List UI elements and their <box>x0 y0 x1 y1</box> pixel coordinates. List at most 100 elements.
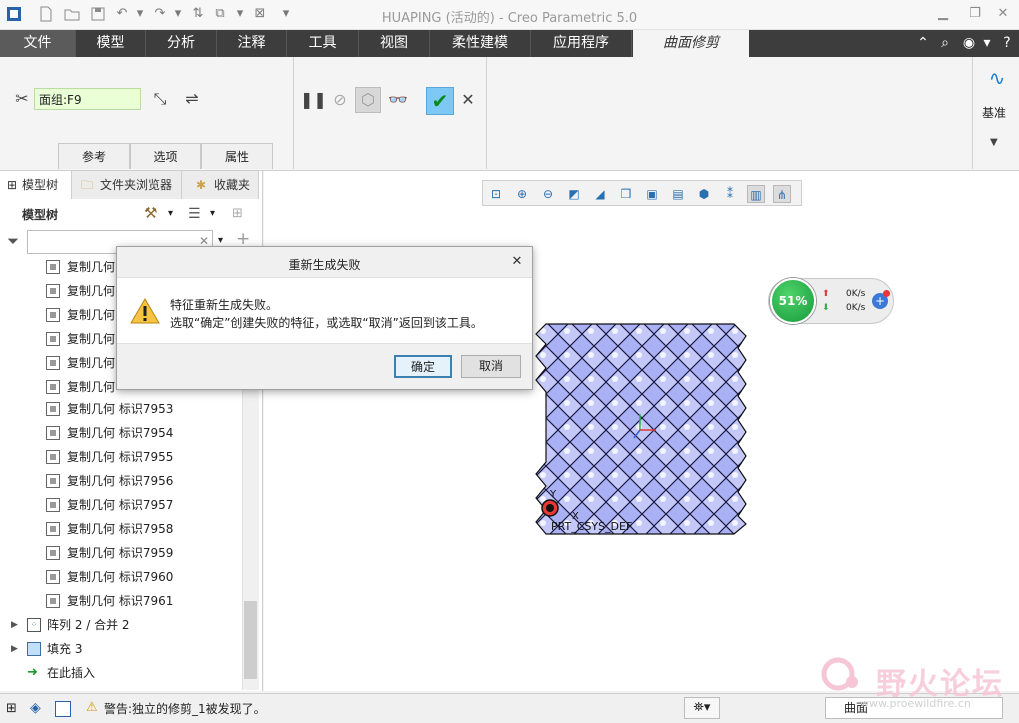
tree-item[interactable]: 复制几何 标识7957 <box>0 493 240 517</box>
ok-checkmark-icon[interactable]: ✔ <box>426 87 454 115</box>
section-icon[interactable]: ⬢ <box>695 185 713 203</box>
cancel-x-icon[interactable]: ✕ <box>458 90 478 110</box>
dialog-close-icon[interactable]: ✕ <box>510 254 524 270</box>
help-icon[interactable]: ? <box>998 34 1016 52</box>
tree-item[interactable]: 复制几何 标识7954 <box>0 421 240 445</box>
tree-item[interactable]: 复制几何 标识7955 <box>0 445 240 469</box>
tree-scrollbar-thumb[interactable] <box>244 601 257 679</box>
pattern-icon: ⁘ <box>27 618 41 632</box>
full-screen-icon[interactable] <box>55 701 71 717</box>
spin-center-icon[interactable]: ⋔ <box>773 185 791 203</box>
tab-file[interactable]: 文件 <box>0 30 76 57</box>
restore-button[interactable]: ❐ <box>966 5 984 23</box>
refit-icon[interactable]: ⊡ <box>487 185 505 203</box>
browser-toggle-icon[interactable]: ◈ <box>30 700 46 716</box>
tree-title: 模型树 <box>22 208 59 222</box>
tab-annotate[interactable]: 注释 <box>217 30 287 57</box>
view-manager-icon[interactable]: ▤ <box>669 185 687 203</box>
verify-mode-icon[interactable]: 👓 <box>388 90 408 110</box>
tree-item[interactable]: 复制几何 标识7959 <box>0 541 240 565</box>
tab-favorites-label: 收藏夹 <box>214 178 251 192</box>
pause-icon[interactable]: ❚❚ <box>300 90 327 110</box>
notification-dot <box>883 290 890 297</box>
tree-item[interactable]: 复制几何 标识7953 <box>0 397 240 421</box>
navigator-toggle-icon[interactable]: ⊞ <box>6 701 22 717</box>
collapse-ribbon-icon[interactable]: ⌃ <box>914 34 932 52</box>
download-rate: 0K/s <box>846 303 866 313</box>
flip-direction-icon[interactable]: ⇌ <box>182 89 202 109</box>
csys-label: PRT_CSYS_DEF <box>551 520 633 533</box>
network-percent: 51% <box>770 278 816 324</box>
show-dropdown-icon[interactable]: ▾ <box>210 208 215 219</box>
tab-applications[interactable]: 应用程序 <box>531 30 632 57</box>
subtab-properties[interactable]: 属性 <box>201 143 273 169</box>
minimize-button[interactable]: ▁ <box>934 5 952 23</box>
search-dropdown-icon[interactable]: ▾ <box>218 235 223 246</box>
search-icon[interactable]: ⌕ <box>936 34 954 52</box>
copy-geom-icon <box>46 380 60 394</box>
saved-views-icon[interactable]: ▣ <box>643 185 661 203</box>
annotation-display-icon[interactable]: ▥ <box>747 185 765 203</box>
tree-item[interactable]: 复制几何 标识7956 <box>0 469 240 493</box>
tree-item[interactable]: 复制几何 标识7958 <box>0 517 240 541</box>
tab-folder-browser-label: 文件夹浏览器 <box>100 178 173 192</box>
tab-favorites[interactable]: ✱ 收藏夹 <box>182 171 259 199</box>
confirm-button[interactable]: 确定 <box>394 355 452 378</box>
datum-label[interactable]: 基准 <box>982 104 1006 121</box>
datum-display-icon[interactable]: ⁑ <box>721 185 739 203</box>
repaint-icon[interactable]: ◩ <box>565 185 583 203</box>
tab-view[interactable]: 视图 <box>359 30 430 57</box>
tree-insert-here[interactable]: ➜ 在此插入 <box>0 661 240 685</box>
trim-object-icon[interactable]: ⤡ <box>150 89 170 109</box>
tab-tools[interactable]: 工具 <box>287 30 359 57</box>
dialog-message-line2: 选取“确定”创建失败的特征，或选取“取消”返回到该工具。 <box>170 316 483 330</box>
settings-dropdown-icon[interactable]: ▾ <box>168 208 173 219</box>
tab-model[interactable]: 模型 <box>76 30 146 57</box>
settings-tools-icon[interactable]: ⚒ <box>144 204 157 222</box>
tab-model-tree-label: 模型树 <box>22 178 59 192</box>
ribbon: ✂ ⤡ ⇌ ❚❚ ⊘ ⬡ 👓 ✔ ✕ 参考 选项 属性 ∿ 基准 ▼ <box>0 57 1019 171</box>
copy-geom-icon <box>46 546 60 560</box>
tree-columns-icon[interactable]: ⊞ <box>232 206 243 221</box>
tab-analysis[interactable]: 分析 <box>146 30 217 57</box>
tab-model-tree[interactable]: ⊞ 模型树 <box>0 171 72 199</box>
perspective-icon[interactable]: ◢ <box>591 185 609 203</box>
tab-surface-trim[interactable]: 曲面修剪 <box>633 30 749 57</box>
tree-item[interactable]: 复制几何 标识7961 <box>0 589 240 613</box>
copy-geom-icon <box>46 498 60 512</box>
subtab-options[interactable]: 选项 <box>130 143 201 169</box>
no-preview-icon[interactable]: ⊘ <box>330 90 350 110</box>
close-button[interactable]: ✕ <box>994 5 1012 23</box>
expand-arrow-icon[interactable]: ▶ <box>11 613 18 637</box>
static-preview-icon[interactable]: ⬡ <box>355 87 381 113</box>
tree-item[interactable]: 复制几何 标识7960 <box>0 565 240 589</box>
copy-geom-icon <box>46 308 60 322</box>
zoom-in-icon[interactable]: ⊕ <box>513 185 531 203</box>
community-icon[interactable]: ◉ <box>960 34 978 52</box>
folder-icon: 🗀 <box>80 178 93 192</box>
status-warning-icon: ⚠ <box>86 700 98 715</box>
dialog-title-bar[interactable]: 重新生成失败 ✕ <box>117 247 532 278</box>
tab-folder-browser[interactable]: 🗀 文件夹浏览器 <box>72 171 182 199</box>
warning-icon <box>130 298 160 324</box>
show-list-icon[interactable]: ☰ <box>188 206 201 222</box>
axis-y-label: Y <box>550 489 557 500</box>
copy-geom-icon <box>46 450 60 464</box>
origin-axes-icon <box>633 414 656 439</box>
display-style-icon[interactable]: ❒ <box>617 185 635 203</box>
download-arrow-icon: ⬇ <box>822 303 830 313</box>
tree-item-fill[interactable]: ▶ 填充 3 <box>0 637 240 661</box>
find-binoculars-icon[interactable]: ⛯▾ <box>684 697 720 719</box>
datum-curve-icon[interactable]: ∿ <box>984 65 1010 91</box>
tree-item-pattern[interactable]: ▶ ⁘ 阵列 2 / 合并 2 <box>0 613 240 637</box>
tab-flexible-modeling[interactable]: 柔性建模 <box>430 30 531 57</box>
zoom-out-icon[interactable]: ⊖ <box>539 185 557 203</box>
subtab-references[interactable]: 参考 <box>58 143 130 169</box>
expand-arrow-icon[interactable]: ▶ <box>11 637 18 661</box>
trimmed-surface-field[interactable] <box>34 88 141 110</box>
title-bar: ↶ ▾ ↷ ▾ ⇅ ⧉ ▾ ⊠ ▾ HUAPING (活动的) - Creo P… <box>0 0 1019 30</box>
datum-dropdown-icon[interactable]: ▼ <box>990 137 998 148</box>
community-dropdown-icon[interactable]: ▾ <box>978 34 996 52</box>
cancel-button[interactable]: 取消 <box>461 355 521 378</box>
copy-geom-icon <box>46 284 60 298</box>
